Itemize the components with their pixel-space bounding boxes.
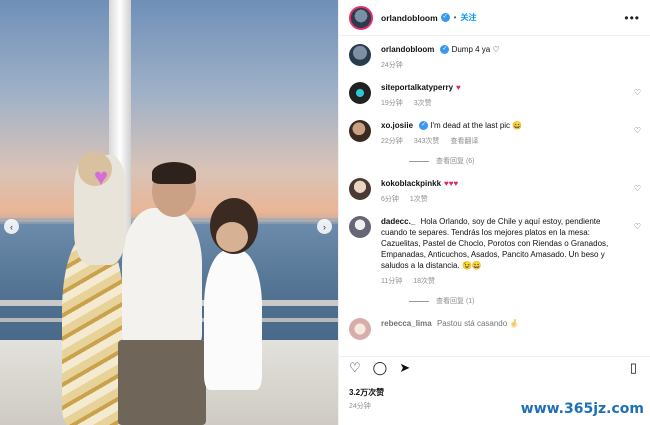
post-header: orlandobloom ✓ • 关注 ••• xyxy=(339,0,650,36)
comment-item: dadecc._ Hola Orlando, soy de Chile y aq… xyxy=(339,208,650,290)
comment-time: 19分钟 xyxy=(381,100,403,107)
comment-avatar[interactable] xyxy=(349,120,371,142)
heart-sticker-icon: ♥ xyxy=(93,164,109,191)
comment-username[interactable]: siteportalkatyperry xyxy=(381,83,453,92)
post-details-panel: orlandobloom ✓ • 关注 ••• orlandobloom ✓ Du… xyxy=(338,0,650,425)
separator-dot: • xyxy=(453,13,457,22)
like-comment-heart-icon[interactable]: ♡ xyxy=(634,222,641,231)
comment-username[interactable]: rebecca_lima xyxy=(381,319,432,328)
comment-likes[interactable]: 343次赞 xyxy=(414,138,440,145)
like-comment-heart-icon[interactable]: ♡ xyxy=(634,88,641,97)
verified-badge-icon: ✓ xyxy=(440,45,450,55)
like-comment-heart-icon[interactable]: ♡ xyxy=(634,126,641,135)
view-replies-label[interactable]: 查看回复 (6) xyxy=(436,156,475,166)
man-hair xyxy=(152,162,196,184)
view-replies-label[interactable]: 查看回复 (1) xyxy=(436,296,475,306)
comment-text: Pastou stá casando 🤞 xyxy=(436,319,520,328)
send-icon[interactable]: ➤ xyxy=(399,360,410,376)
chevron-left-icon: ‹ xyxy=(10,221,13,232)
post-photo[interactable]: ♥ ‹ › xyxy=(0,0,338,425)
comment-time: 11分钟 xyxy=(381,278,403,285)
comment-time: 6分钟 xyxy=(381,196,399,203)
caption-avatar[interactable] xyxy=(349,44,371,66)
next-photo-button[interactable]: › xyxy=(317,219,332,234)
comment-username[interactable]: kokoblackpinkk xyxy=(381,179,441,188)
comment-username[interactable]: dadecc._ xyxy=(381,217,415,226)
comment-avatar[interactable] xyxy=(349,178,371,200)
like-count[interactable]: 3.2万次赞 xyxy=(349,387,384,398)
view-replies-button[interactable]: 查看回复 (6) xyxy=(339,150,650,170)
action-bar: ♡ ◯ ➤ ▯ xyxy=(339,356,650,378)
comment-item: siteportalkatyperry ♥ 19分钟 3次赞 ♡ xyxy=(339,74,650,112)
man-pants xyxy=(118,340,206,425)
outline-heart-icon: ♡ xyxy=(492,45,500,54)
red-hearts-icon: ♥♥♥ xyxy=(444,179,459,188)
comment-username[interactable]: xo.josiie xyxy=(381,121,413,130)
comment-icon[interactable]: ◯ xyxy=(373,360,388,376)
replies-line xyxy=(409,160,429,162)
comment-likes[interactable]: 3次赞 xyxy=(414,100,432,107)
like-comment-heart-icon[interactable]: ♡ xyxy=(634,184,641,193)
prev-photo-button[interactable]: ‹ xyxy=(4,219,19,234)
follow-button[interactable]: 关注 xyxy=(460,12,476,23)
more-icon[interactable]: ••• xyxy=(624,11,640,25)
comment-text: I'm dead at the last pic 😄 xyxy=(430,121,523,130)
boy-face xyxy=(216,222,248,252)
translate-link[interactable]: 查看翻译 xyxy=(450,138,478,145)
replies-line xyxy=(409,300,429,302)
caption-time: 24分钟 xyxy=(381,62,403,69)
red-heart-icon: ♥ xyxy=(456,83,461,92)
comment-text: Hola Orlando, soy de Chile y aquí estoy,… xyxy=(381,217,609,270)
comment-avatar[interactable] xyxy=(349,318,371,340)
view-replies-button[interactable]: 查看回复 (1) xyxy=(339,290,650,310)
comment-avatar[interactable] xyxy=(349,82,371,104)
verified-badge-icon: ✓ xyxy=(440,13,450,22)
comment-time: 22分钟 xyxy=(381,138,403,145)
comment-likes[interactable]: 1次赞 xyxy=(410,196,428,203)
post-time: 24分钟 xyxy=(349,403,371,410)
chevron-right-icon: › xyxy=(323,221,326,232)
comment-item: xo.josiie ✓ I'm dead at the last pic 😄 22… xyxy=(339,112,650,150)
comments-list[interactable]: orlandobloom ✓ Dump 4 ya ♡ 24分钟 siteporta… xyxy=(339,36,650,352)
caption-text: Dump 4 ya xyxy=(451,45,491,54)
caption: orlandobloom ✓ Dump 4 ya ♡ 24分钟 xyxy=(339,36,650,74)
comment-item: rebecca_lima Pastou stá casando 🤞 xyxy=(339,310,650,344)
bookmark-icon[interactable]: ▯ xyxy=(630,360,637,376)
comment-avatar[interactable] xyxy=(349,216,371,238)
author-avatar[interactable] xyxy=(349,5,373,30)
author-username[interactable]: orlandobloom xyxy=(381,13,438,23)
comment-likes[interactable]: 18次赞 xyxy=(413,278,435,285)
watermark: www.365jz.com xyxy=(520,401,644,417)
boy-figure xyxy=(204,250,262,390)
man-figure xyxy=(122,208,202,348)
verified-badge-icon: ✓ xyxy=(419,121,429,131)
heart-icon[interactable]: ♡ xyxy=(349,360,361,376)
comment-item: kokoblackpinkk ♥♥♥ 6分钟 1次赞 ♡ xyxy=(339,170,650,208)
caption-username[interactable]: orlandobloom xyxy=(381,45,434,54)
